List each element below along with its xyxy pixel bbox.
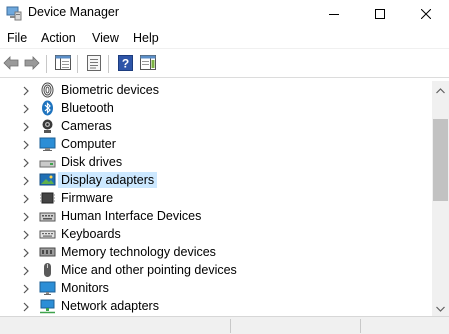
tree-node-label: Bluetooth xyxy=(61,101,114,115)
monitor-icon xyxy=(39,280,56,296)
tree-node-label: Display adapters xyxy=(58,172,158,188)
computer-icon xyxy=(39,136,56,152)
close-icon xyxy=(421,8,431,19)
tree-node-label: Biometric devices xyxy=(61,83,159,97)
mouse-icon xyxy=(39,262,56,278)
network-adapter-icon xyxy=(39,298,56,314)
firmware-icon xyxy=(39,190,56,206)
show-hide-console-tree-button[interactable] xyxy=(54,55,72,73)
chevron-right-icon[interactable] xyxy=(21,265,31,276)
tree-node-mice-and-other-pointing-devices[interactable]: Mice and other pointing devices xyxy=(0,261,432,279)
tree-node-label: Keyboards xyxy=(61,227,121,241)
tree-node-label: Computer xyxy=(61,137,116,151)
chevron-right-icon[interactable] xyxy=(21,229,31,240)
scroll-thumb[interactable] xyxy=(433,119,448,201)
title-bar[interactable]: Device Manager xyxy=(0,0,449,27)
window-title: Device Manager xyxy=(28,5,120,19)
tree-node-biometric-devices[interactable]: Biometric devices xyxy=(0,81,432,99)
chevron-right-icon[interactable] xyxy=(21,283,31,294)
tree-node-label: Mice and other pointing devices xyxy=(61,263,237,277)
maximize-icon xyxy=(375,8,385,19)
tree-node-label: Network adapters xyxy=(61,299,159,313)
hid-icon xyxy=(39,208,56,224)
menu-bar: File Action View Help xyxy=(0,27,449,49)
device-manager-icon xyxy=(6,5,22,21)
disk-drive-icon xyxy=(39,154,56,170)
tree-node-label: Human Interface Devices xyxy=(61,209,202,223)
back-button[interactable] xyxy=(2,55,20,73)
tree-node-network-adapters[interactable]: Network adapters xyxy=(0,297,432,315)
minimize-button[interactable] xyxy=(311,0,357,27)
tree-node-disk-drives[interactable]: Disk drives xyxy=(0,153,432,171)
tree-node-keyboards[interactable]: Keyboards xyxy=(0,225,432,243)
chevron-right-icon[interactable] xyxy=(21,211,31,222)
toolbar: ? xyxy=(0,50,449,78)
chevron-right-icon[interactable] xyxy=(21,175,31,186)
toolbar-separator xyxy=(77,55,78,73)
status-bar xyxy=(0,316,449,334)
display-adapter-icon xyxy=(39,172,56,188)
tree-node-label: Cameras xyxy=(61,119,112,133)
forward-arrow-icon xyxy=(24,55,40,73)
vertical-scrollbar[interactable] xyxy=(432,81,449,316)
memory-icon xyxy=(39,244,56,260)
fingerprint-icon xyxy=(39,82,56,98)
tree-node-bluetooth[interactable]: Bluetooth xyxy=(0,99,432,117)
toolbar-separator xyxy=(46,55,47,73)
chevron-down-icon xyxy=(436,301,445,315)
help-icon: ? xyxy=(117,54,133,74)
forward-button[interactable] xyxy=(23,55,41,73)
status-divider xyxy=(230,319,231,333)
minimize-icon xyxy=(329,9,339,19)
toolbar-separator xyxy=(108,55,109,73)
tree-node-label: Disk drives xyxy=(61,155,123,169)
scroll-up-button[interactable] xyxy=(432,81,449,98)
chevron-right-icon[interactable] xyxy=(21,103,31,114)
tree-node-cameras[interactable]: Cameras xyxy=(0,117,432,135)
scroll-down-button[interactable] xyxy=(432,299,449,316)
status-divider xyxy=(360,319,361,333)
maximize-button[interactable] xyxy=(357,0,403,27)
show-hide-action-pane-button[interactable] xyxy=(139,55,157,73)
chevron-right-icon[interactable] xyxy=(21,157,31,168)
chevron-right-icon[interactable] xyxy=(21,301,31,312)
tree-node-label: Firmware xyxy=(61,191,114,205)
help-button[interactable]: ? xyxy=(116,54,134,74)
back-arrow-icon xyxy=(3,55,19,73)
menu-view[interactable]: View xyxy=(92,31,119,45)
tree-node-human-interface-devices[interactable]: Human Interface Devices xyxy=(0,207,432,225)
chevron-up-icon xyxy=(436,83,445,97)
device-tree[interactable]: Biometric devices Bluetooth Cameras Comp… xyxy=(0,81,432,316)
tree-node-computer[interactable]: Computer xyxy=(0,135,432,153)
tree-node-monitors[interactable]: Monitors xyxy=(0,279,432,297)
close-button[interactable] xyxy=(403,0,449,27)
show-hide-console-tree-icon xyxy=(55,55,71,73)
tree-node-display-adapters[interactable]: Display adapters xyxy=(0,171,432,189)
menu-help[interactable]: Help xyxy=(133,31,159,45)
menu-action[interactable]: Action xyxy=(41,31,76,45)
tree-node-label: Monitors xyxy=(61,281,109,295)
tree-node-firmware[interactable]: Firmware xyxy=(0,189,432,207)
camera-icon xyxy=(39,118,56,134)
tree-node-label: Memory technology devices xyxy=(61,245,216,259)
chevron-right-icon[interactable] xyxy=(21,193,31,204)
menu-file[interactable]: File xyxy=(7,31,27,45)
chevron-right-icon[interactable] xyxy=(21,85,31,96)
svg-text:?: ? xyxy=(121,56,128,70)
keyboard-icon xyxy=(39,226,56,242)
bluetooth-icon xyxy=(39,100,56,116)
tree-node-memory-technology-devices[interactable]: Memory technology devices xyxy=(0,243,432,261)
properties-button[interactable] xyxy=(85,54,103,74)
chevron-right-icon[interactable] xyxy=(21,247,31,258)
show-hide-action-pane-icon xyxy=(140,55,156,73)
chevron-right-icon[interactable] xyxy=(21,121,31,132)
properties-icon xyxy=(87,54,101,74)
chevron-right-icon[interactable] xyxy=(21,139,31,150)
